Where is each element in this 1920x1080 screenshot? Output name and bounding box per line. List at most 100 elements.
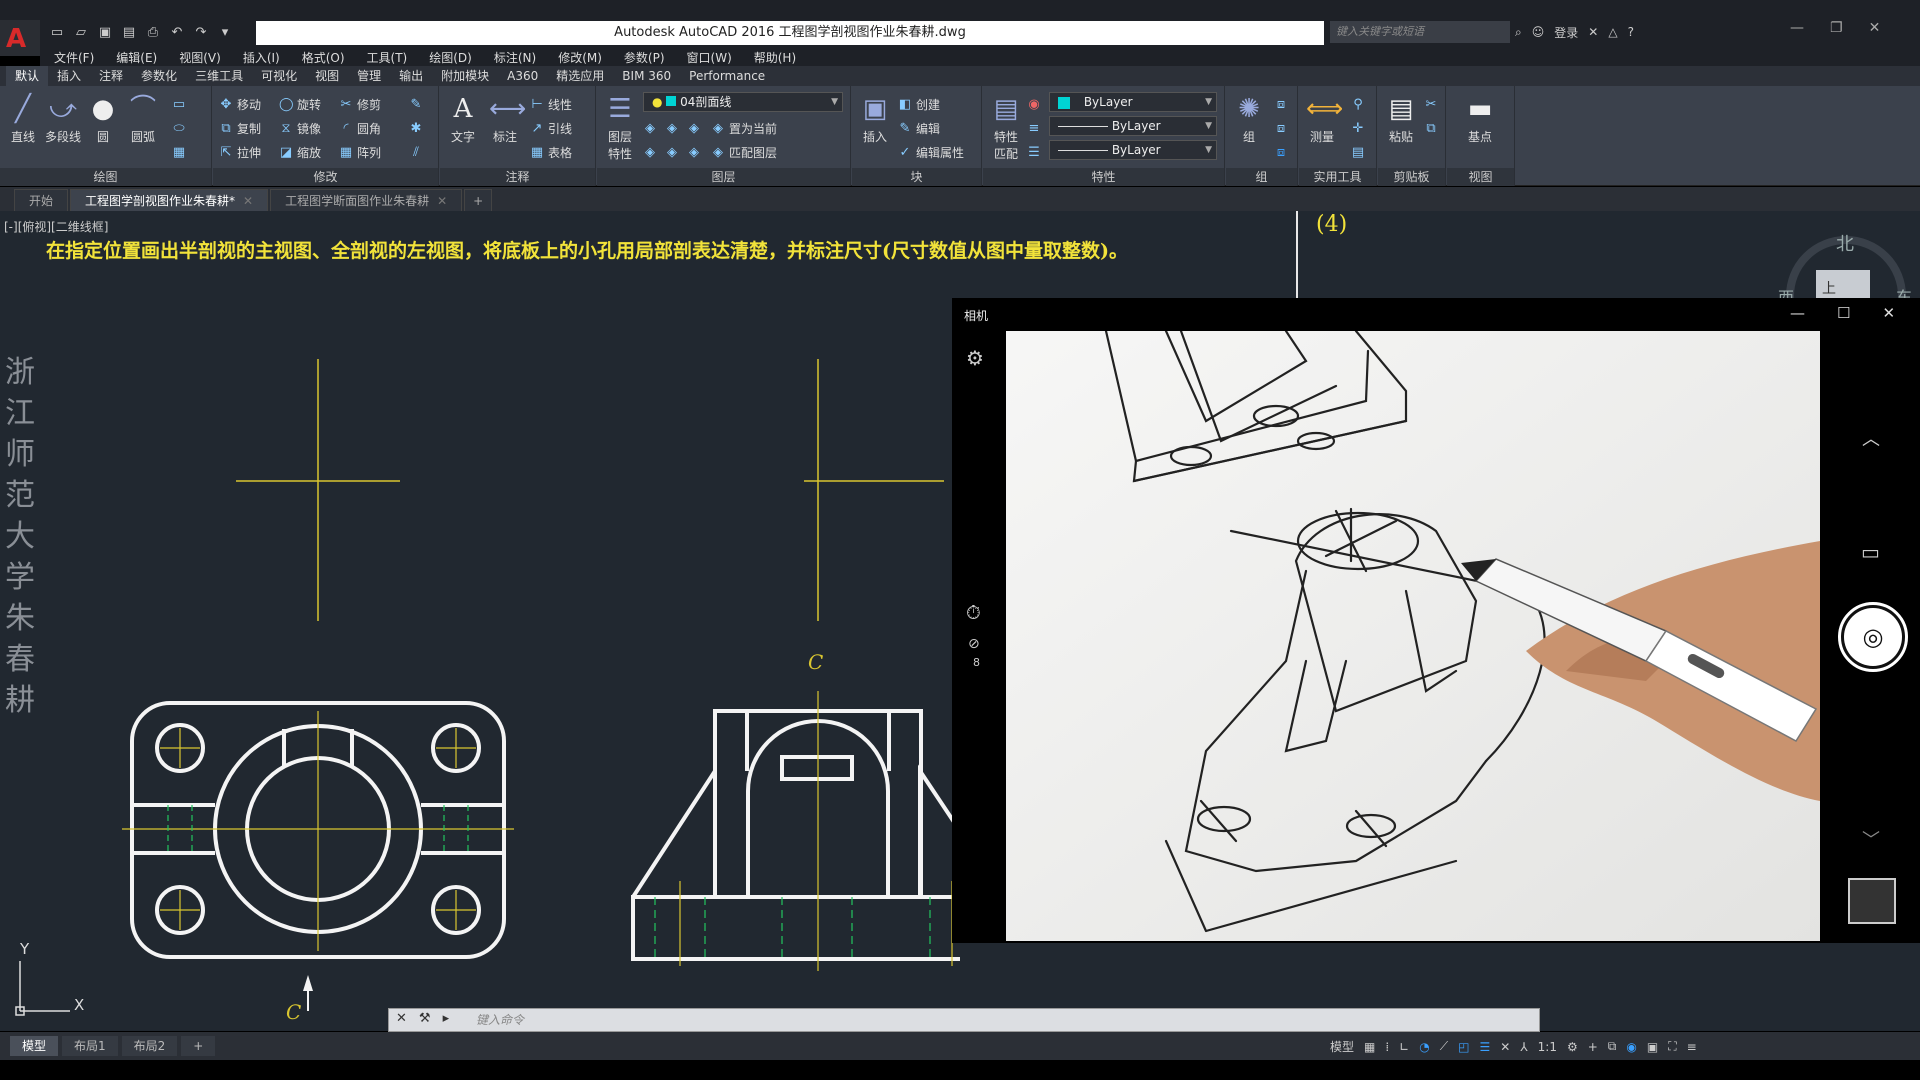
user-icon[interactable]: ☺	[1532, 25, 1545, 39]
tab-bim360[interactable]: BIM 360	[613, 66, 680, 86]
tab-layout2[interactable]: 布局2	[121, 1036, 178, 1056]
annotation-scale-icon[interactable]: ⅄	[1520, 1040, 1527, 1054]
close-tab-icon[interactable]: ✕	[437, 194, 447, 208]
tab-manage[interactable]: 管理	[348, 66, 390, 86]
grid-icon[interactable]: ▦	[1364, 1040, 1375, 1054]
minimize-icon[interactable]: —	[1790, 304, 1805, 322]
exchange-icon[interactable]: ✕	[1588, 25, 1598, 39]
table-button[interactable]: ▦ 表格	[530, 142, 572, 162]
snap-icon[interactable]: ⁞	[1385, 1040, 1389, 1054]
restore-icon[interactable]: ❐	[1830, 20, 1843, 36]
menu-file[interactable]: 文件(F)	[54, 49, 94, 66]
layer-tool-6[interactable]: ◈	[687, 142, 701, 162]
line-button[interactable]: ╱ 直线	[4, 94, 42, 145]
tab-3d-tools[interactable]: 三维工具	[186, 66, 252, 86]
osnap-icon[interactable]: ◰	[1458, 1040, 1469, 1054]
properties-panel-title[interactable]: 特性	[983, 168, 1224, 186]
move-button[interactable]: ✥ 移动	[219, 94, 261, 114]
close-icon[interactable]: ✕	[396, 1011, 407, 1026]
maximize-icon[interactable]: ☐	[1837, 304, 1850, 322]
new-tab-button[interactable]: +	[464, 189, 493, 211]
close-tab-icon[interactable]: ✕	[243, 194, 253, 208]
menu-help[interactable]: 帮助(H)	[754, 49, 796, 66]
cad-geometry[interactable]	[0, 211, 960, 1031]
burst-icon[interactable]: ⊘	[968, 636, 980, 652]
block-panel-title[interactable]: 块	[852, 168, 981, 186]
menu-edit[interactable]: 编辑(E)	[116, 49, 157, 66]
tab-default[interactable]: 默认	[6, 66, 49, 86]
layer-dropdown[interactable]: ● 04剖面线 ▼	[643, 92, 843, 112]
color-dropdown[interactable]: ByLayer ▼	[1049, 92, 1217, 112]
annotation-scale[interactable]: 1:1	[1538, 1040, 1557, 1054]
layer-tool-5[interactable]: ◈	[665, 142, 679, 162]
save-as-icon[interactable]: ▤	[120, 24, 138, 42]
measure-button[interactable]: ⟺ 测量	[1303, 94, 1343, 145]
tab-visualize[interactable]: 可视化	[252, 66, 306, 86]
match-layer-button[interactable]: ◈ 匹配图层	[711, 142, 777, 162]
workspace-icon[interactable]: ⧉	[1608, 1039, 1617, 1054]
lineweight-tool[interactable]: ≡	[1027, 118, 1041, 138]
video-mode-icon[interactable]: ▭	[1861, 540, 1880, 564]
settings-icon[interactable]: ⚙	[1567, 1040, 1578, 1054]
viewcube-north[interactable]: 北	[1836, 230, 1854, 256]
open-file-icon[interactable]: ▱	[72, 24, 90, 42]
base-view-button[interactable]: ▬ 基点	[1461, 94, 1499, 145]
utilities-panel-title[interactable]: 实用工具	[1299, 168, 1376, 186]
menu-insert[interactable]: 插入(I)	[243, 49, 280, 66]
menu-parametric[interactable]: 参数(P)	[624, 49, 665, 66]
binoculars-icon[interactable]: ⌕	[1515, 25, 1522, 40]
match-properties-button[interactable]: ▤ 特性 匹配	[987, 94, 1025, 162]
paste-button[interactable]: ▤ 粘贴	[1382, 94, 1420, 145]
rotate-button[interactable]: ◯ 旋转	[279, 94, 321, 114]
ellipse-tool[interactable]: ⬭	[172, 118, 186, 138]
quick-select-tool[interactable]: ⚲	[1351, 94, 1365, 114]
isolate-icon[interactable]: ◉	[1626, 1040, 1636, 1054]
menu-modify[interactable]: 修改(M)	[558, 49, 602, 66]
tab-insert[interactable]: 插入	[48, 66, 90, 86]
polar-icon[interactable]: ◔	[1419, 1040, 1429, 1054]
calculator-tool[interactable]: ▤	[1351, 142, 1365, 162]
dimension-button[interactable]: ⟷ 标注	[486, 94, 526, 145]
tab-other-drawing[interactable]: 工程图学断面图作业朱春耕 ✕	[270, 189, 463, 211]
tab-current-drawing[interactable]: 工程图学剖视图作业朱春耕* ✕	[70, 189, 269, 211]
layer-tool-4[interactable]: ◈	[643, 142, 657, 162]
array-button[interactable]: ▦ 阵列	[339, 142, 381, 162]
erase-tool[interactable]: ✎	[409, 94, 423, 114]
help-search-input[interactable]: 键入关键字或短语	[1330, 21, 1510, 43]
copy-button[interactable]: ⧉ 复制	[219, 118, 261, 138]
tab-output[interactable]: 输出	[390, 66, 432, 86]
draw-panel-title[interactable]: 绘图	[0, 168, 211, 186]
leader-button[interactable]: ↗ 引线	[530, 118, 572, 138]
circle-button[interactable]: ● 圆	[84, 94, 122, 145]
customize-qat-icon[interactable]: ▾	[216, 24, 234, 42]
menu-view[interactable]: 视图(V)	[179, 49, 221, 66]
layer-tool-2[interactable]: ◈	[665, 118, 679, 138]
menu-dimension[interactable]: 标注(N)	[494, 49, 536, 66]
chevron-down-icon[interactable]: ﹀	[1862, 826, 1880, 852]
redo-icon[interactable]: ↷	[192, 24, 210, 42]
save-icon[interactable]: ▣	[96, 24, 114, 42]
a360-icon[interactable]: △	[1608, 25, 1617, 39]
color-tool[interactable]: ◉	[1027, 94, 1041, 114]
help-icon[interactable]: ?	[1628, 25, 1634, 39]
print-icon[interactable]: ⎙	[144, 24, 162, 42]
wrench-icon[interactable]: ⚒	[419, 1011, 431, 1026]
tab-model[interactable]: 模型	[10, 1036, 59, 1056]
layers-panel-title[interactable]: 图层	[597, 168, 850, 186]
stretch-button[interactable]: ⇱ 拉伸	[219, 142, 261, 162]
menu-format[interactable]: 格式(O)	[302, 49, 345, 66]
lineweight-dropdown[interactable]: ByLayer ▼	[1049, 116, 1217, 136]
modify-panel-title[interactable]: 修改	[213, 168, 438, 186]
chevron-up-icon[interactable]: ︿	[1862, 425, 1880, 451]
add-layout-button[interactable]: +	[181, 1036, 216, 1056]
copy-clip-tool[interactable]: ⧉	[1424, 118, 1438, 138]
close-icon[interactable]: ✕	[1882, 304, 1895, 322]
group-tool-1[interactable]: ⧈	[1274, 94, 1288, 114]
hardware-icon[interactable]: ▣	[1647, 1040, 1658, 1054]
menu-draw[interactable]: 绘图(D)	[429, 49, 472, 66]
mirror-button[interactable]: ⧖ 镜像	[279, 118, 321, 138]
close-icon[interactable]: ✕	[1869, 20, 1881, 36]
cut-tool[interactable]: ✂	[1424, 94, 1438, 114]
offset-tool[interactable]: ⫽	[409, 142, 423, 162]
hatch-tool[interactable]: ▦	[172, 142, 186, 162]
